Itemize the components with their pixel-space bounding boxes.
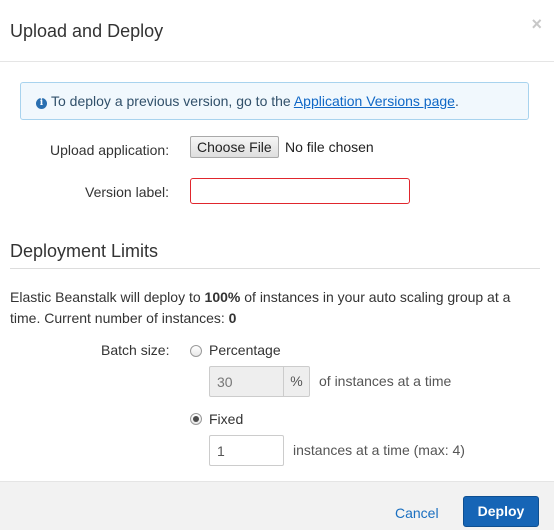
upload-deploy-dialog: Upload and Deploy × i To deploy a previou… bbox=[0, 0, 554, 530]
percentage-radio[interactable] bbox=[190, 345, 202, 357]
deploy-button[interactable]: Deploy bbox=[463, 496, 539, 527]
info-text: To deploy a previous version, go to the bbox=[51, 93, 294, 109]
percentage-radio-label[interactable]: Percentage bbox=[209, 342, 281, 358]
info-alert: i To deploy a previous version, go to the… bbox=[20, 82, 529, 120]
fixed-radio-label[interactable]: Fixed bbox=[209, 411, 243, 427]
upload-application-label: Upload application: bbox=[50, 142, 170, 158]
percent-addon: % bbox=[283, 366, 310, 397]
section-divider bbox=[10, 268, 540, 269]
percentage-input[interactable] bbox=[209, 366, 284, 397]
info-icon: i bbox=[36, 98, 47, 109]
desc-percent: 100% bbox=[204, 289, 241, 305]
file-status-text: No file chosen bbox=[285, 139, 374, 155]
dialog-header: Upload and Deploy × bbox=[0, 0, 554, 62]
close-button[interactable]: × bbox=[531, 14, 542, 34]
fixed-radio[interactable] bbox=[190, 413, 202, 425]
batch-size-label: Batch size: bbox=[101, 342, 170, 358]
dialog-title: Upload and Deploy bbox=[10, 21, 164, 41]
version-label-input[interactable] bbox=[190, 178, 410, 204]
cancel-button[interactable]: Cancel bbox=[395, 505, 439, 521]
application-versions-link[interactable]: Application Versions page bbox=[294, 93, 455, 109]
desc-instance-count: 0 bbox=[228, 310, 237, 326]
choose-file-button[interactable]: Choose File bbox=[190, 136, 279, 158]
info-suffix: . bbox=[454, 93, 459, 109]
dialog-footer: Cancel Deploy bbox=[0, 481, 554, 530]
deployment-limits-heading: Deployment Limits bbox=[10, 241, 159, 261]
desc-prefix: Elastic Beanstalk will deploy to bbox=[10, 289, 205, 305]
deployment-limits-description: Elastic Beanstalk will deploy to 100% of… bbox=[10, 287, 530, 329]
fixed-instances-input[interactable] bbox=[209, 435, 284, 466]
percentage-hint: of instances at a time bbox=[319, 373, 452, 389]
version-label-label: Version label: bbox=[85, 184, 170, 200]
fixed-hint: instances at a time (max: 4) bbox=[293, 442, 465, 458]
